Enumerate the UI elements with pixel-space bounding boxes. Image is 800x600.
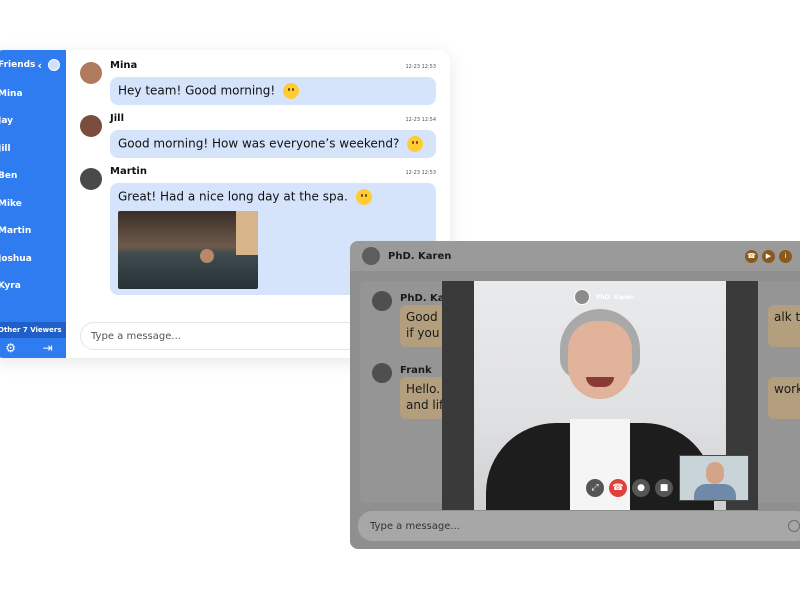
contact-avatar — [362, 247, 380, 265]
smile-emoji-icon — [283, 83, 300, 99]
phone-icon[interactable]: ☎ — [745, 249, 758, 263]
settings-gear-icon[interactable]: ⚙ — [5, 341, 16, 355]
call-controls: ⤢ ☎ ● ■ — [586, 479, 678, 497]
sidebar-item-joshua[interactable]: Joshua — [0, 245, 66, 273]
viewers-count[interactable]: Other 7 Viewers — [0, 322, 66, 338]
avatar — [80, 168, 102, 190]
sidebar-header: Friends ‹ — [0, 50, 66, 80]
photo-light — [236, 211, 258, 255]
info-icon[interactable]: i — [779, 249, 792, 263]
avatar — [80, 115, 102, 137]
chat-header: PhD. Karen ☎ ▶ i — [350, 241, 800, 271]
message-text: Good morning! How was everyone’s weekend… — [118, 136, 400, 151]
collapse-chevron-icon[interactable]: ‹ — [37, 59, 42, 72]
sender-name: Mina — [110, 60, 138, 71]
sender-name: Jill — [110, 113, 125, 124]
sidebar-item-martin[interactable]: Martin — [0, 218, 66, 246]
sidebar-title: Friends — [0, 60, 36, 70]
sidebar-item-jay[interactable]: Jay — [0, 108, 66, 136]
self-body — [694, 484, 736, 500]
contact-name: PhD. Karen — [388, 250, 452, 262]
message-bubble: Hey team! Good morning! — [110, 77, 436, 105]
thinking-emoji-icon — [407, 136, 424, 152]
end-call-icon[interactable]: ☎ — [609, 479, 627, 497]
call-actions: ☎ ▶ i — [741, 249, 792, 263]
friends-sidebar: Friends ‹ Mina Jay Jill Ben Mike Martin … — [0, 50, 66, 358]
message-text: Hey team! Good morning! — [118, 83, 276, 98]
self-video-preview[interactable] — [679, 455, 749, 501]
message-text: if you — [406, 326, 440, 340]
message-text: Great! Had a nice long day at the spa. — [118, 189, 348, 204]
sender-name: Frank — [400, 365, 432, 376]
sender-name: Martin — [110, 166, 147, 177]
user-avatar[interactable] — [48, 59, 60, 71]
avatar — [80, 62, 102, 84]
message-input-secondary[interactable]: Type a message... — [358, 511, 800, 541]
message-text: work — [774, 382, 800, 396]
friends-list: Mina Jay Jill Ben Mike Martin Joshua Kyr… — [0, 80, 66, 300]
spa-photo[interactable] — [118, 211, 258, 289]
video-icon[interactable]: ▶ — [762, 249, 775, 263]
sidebar-item-ben[interactable]: Ben — [0, 163, 66, 191]
message-time: 12-23 12:53 — [405, 64, 436, 70]
caller-face — [568, 321, 632, 399]
sidebar-footer: ⚙ ⇥ — [0, 338, 66, 358]
self-face — [706, 462, 724, 484]
video-call-window: PhD. Karen ⤢ ☎ ● ■ — [442, 281, 758, 510]
sidebar-item-kyra[interactable]: Kyra — [0, 273, 66, 301]
message-bubble: Hello. and lif — [400, 377, 448, 419]
avatar — [372, 363, 392, 383]
caller-avatar — [574, 289, 590, 305]
message-time: 12-23 12:54 — [405, 117, 436, 123]
logout-icon[interactable]: ⇥ — [43, 341, 53, 355]
message-item: Jill 12-23 12:54 Good morning! How was e… — [80, 113, 436, 158]
message-bubble: alk to m — [768, 305, 800, 347]
sidebar-item-mike[interactable]: Mike — [0, 190, 66, 218]
photo-person — [200, 249, 214, 263]
sidebar-item-mina[interactable]: Mina — [0, 80, 66, 108]
fullscreen-icon[interactable]: ⤢ — [586, 479, 604, 497]
avatar — [372, 291, 392, 311]
message-text: Good — [406, 310, 438, 324]
microphone-icon[interactable]: ● — [632, 479, 650, 497]
message-text: Hello. — [406, 382, 441, 396]
message-bubble: Good if you — [400, 305, 448, 347]
emoji-picker-icon[interactable] — [788, 520, 800, 532]
message-text: alk to m — [774, 310, 800, 324]
sidebar-item-jill[interactable]: Jill — [0, 135, 66, 163]
caller-name: PhD. Karen — [596, 293, 635, 301]
message-time: 12-23 12:53 — [405, 170, 436, 176]
input-placeholder: Type a message... — [370, 520, 460, 532]
message-input[interactable]: Type a message... — [80, 322, 370, 350]
message-bubble: Good morning! How was everyone’s weekend… — [110, 130, 436, 158]
caller-tag: PhD. Karen — [574, 289, 634, 305]
message-bubble: work — [768, 377, 800, 419]
message-item: Mina 12-23 12:53 Hey team! Good morning! — [80, 60, 436, 105]
message-text: and lif — [406, 398, 444, 412]
camera-icon[interactable]: ■ — [655, 479, 673, 497]
heart-eyes-emoji-icon — [355, 189, 372, 205]
